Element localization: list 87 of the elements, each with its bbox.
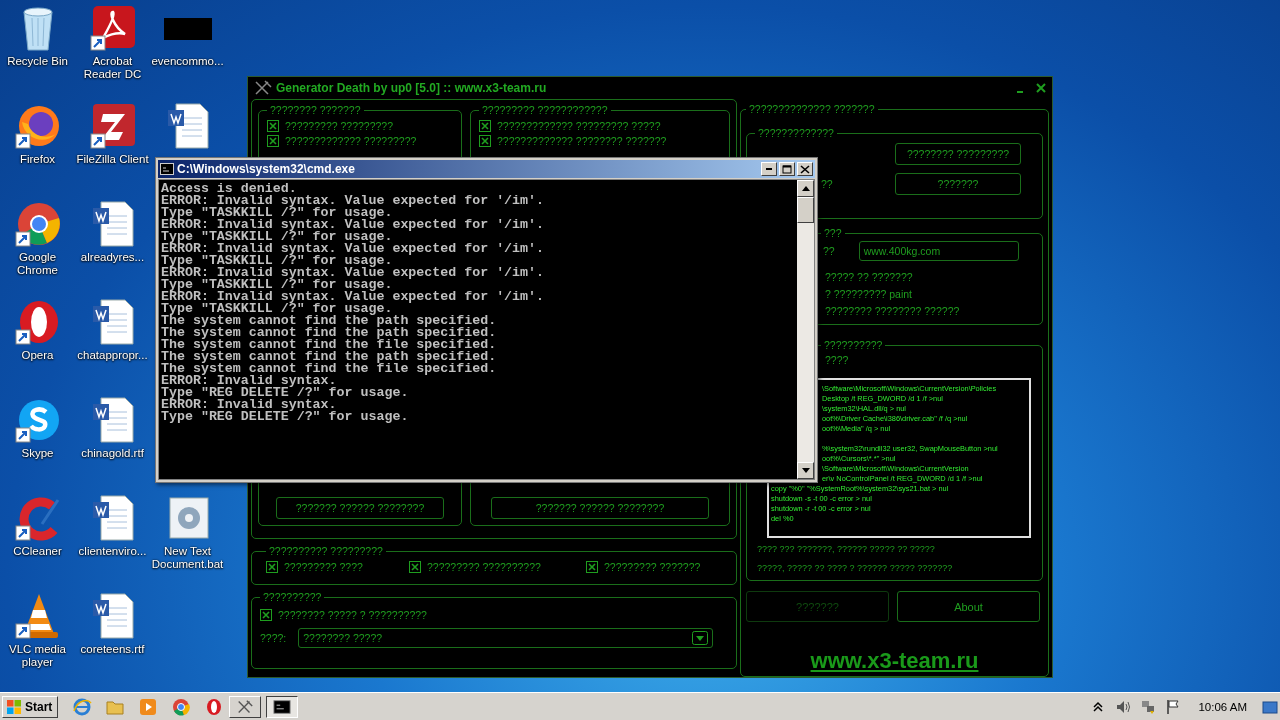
- maximize-icon: [782, 164, 792, 174]
- group-title: ?????????? ?????????: [268, 545, 384, 557]
- window-title: C:\Windows\system32\cmd.exe: [177, 162, 355, 176]
- browser-icon[interactable]: [13, 200, 62, 248]
- scroll-thumb[interactable]: [797, 197, 814, 223]
- close-icon: [800, 164, 810, 174]
- network-icon[interactable]: [1140, 698, 1157, 715]
- cleaner-app-icon[interactable]: [13, 494, 62, 542]
- checkbox[interactable]: [586, 560, 598, 573]
- icon-label: CCleaner: [12, 545, 63, 558]
- icon-label: Google Chrome: [16, 251, 59, 277]
- option-label: ? ????????? paint: [824, 287, 913, 301]
- taskbar-window-button[interactable]: [266, 695, 299, 718]
- hint-text: ???? ??? ???????, ?????? ????? ?? ?????: [756, 543, 936, 556]
- icon-label: Acrobat Reader DC: [82, 55, 143, 81]
- group-title: ???????? ???????: [269, 104, 362, 116]
- field-label: ????:: [260, 632, 287, 644]
- group-title: ????????? ????????????: [481, 104, 609, 116]
- icon-label: VLC media player: [8, 643, 67, 669]
- group-title: ?????????????? ???????: [748, 103, 876, 115]
- icon-label: chinagold.rtf: [80, 447, 145, 460]
- group-title: ???: [823, 227, 843, 239]
- field-label: ??: [823, 245, 835, 257]
- dropdown[interactable]: ???????? ?????: [298, 628, 714, 648]
- icon-label: coreteens.rtf: [79, 643, 146, 656]
- icon-label: New Text Document.bat: [150, 545, 225, 571]
- ftp-app-icon[interactable]: [88, 102, 137, 150]
- field-label: ????: [824, 353, 850, 367]
- action-button[interactable]: ??????? ?????? ????????: [491, 497, 709, 519]
- console-icon: [160, 163, 174, 175]
- website-link[interactable]: www.x3-team.ru: [810, 648, 979, 674]
- checkbox[interactable]: [260, 608, 272, 621]
- url-field[interactable]: www.400kg.com: [858, 241, 1019, 261]
- checkbox[interactable]: [479, 119, 491, 132]
- show-desktop-icon[interactable]: [1262, 698, 1278, 715]
- option-label: ???????? ????? ? ??????????: [278, 608, 427, 621]
- option-label: ????????????? ?????????: [285, 134, 417, 147]
- option-label: ????????? ?????????: [285, 119, 394, 132]
- option-label: ????? ?? ???????: [824, 270, 914, 284]
- option-label: ????????? ??????????: [427, 560, 541, 573]
- minimize-button[interactable]: [761, 162, 777, 176]
- close-icon[interactable]: [1036, 83, 1046, 93]
- icon-label: evencommo...: [150, 55, 225, 68]
- icon-label: Opera: [20, 349, 55, 362]
- checkbox[interactable]: [266, 560, 278, 573]
- crossed-lines-icon: [254, 80, 272, 96]
- crossed-lines-icon: [236, 697, 255, 716]
- scroll-down-icon[interactable]: [801, 468, 810, 473]
- icon-label: Firefox: [18, 153, 57, 166]
- checkbox[interactable]: [267, 134, 279, 147]
- scrollbar[interactable]: [797, 180, 814, 479]
- group-title: ??????????: [823, 339, 884, 351]
- four-pane-flag-icon: [6, 698, 22, 715]
- window-title: Generator Death by up0 [5.0] :: www.x3-team.ru: [276, 81, 547, 95]
- checkbox[interactable]: [479, 134, 491, 147]
- option-label: ????????????? ????????? ?????: [497, 119, 661, 132]
- action-button[interactable]: ???????: [895, 173, 1021, 195]
- console-icon: [273, 697, 292, 716]
- start-button[interactable]: Start: [2, 695, 59, 718]
- document-app-icon[interactable]: [88, 4, 137, 52]
- icon-label: FileZilla Client: [75, 153, 150, 166]
- clock[interactable]: 10:06 AM: [1198, 700, 1247, 713]
- checkbox[interactable]: [267, 119, 279, 132]
- option-label: ????????? ???????: [604, 560, 701, 573]
- action-button[interactable]: ??????? ?????? ????????: [276, 497, 444, 519]
- hint-text: ?????, ????? ?? ???? ? ?????? ????? ???????: [756, 562, 954, 575]
- action-button[interactable]: ???????? ?????????: [895, 143, 1021, 165]
- console-output: Access is denied. ERROR: Invalid syntax. Value expected for '/im'. Type "TASKKILL /?" for usage. ERROR: Invalid syntax. Value expected for '/im'. Type "TASKKILL /?" for usage. ERROR: Invalid syntax. Value expected for '/im'. Type "TASKKILL /?" for usage. ERROR: Invalid syntax. Value expected for '/im'. Type "TASKKILL /?" for usage. ERROR: Invalid syntax. Value expected for '/im'. Type "TASKKILL /?" for usage. The system cannot find the path specified. The system cannot find the path specified. The system cannot find the file specified. The system cannot find the path specified. The system cannot find the file specified. ERROR: Invalid syntax. Type "REG DELETE /?" for usage. ERROR: Invalid syntax. Type "REG DELETE /?" for usage.: [159, 180, 797, 479]
- minimize-icon: [766, 168, 772, 170]
- icon-label: alreadyres...: [79, 251, 146, 264]
- group-title: ?????????????: [757, 127, 835, 139]
- group-title: ??????????: [262, 591, 323, 603]
- icon-label: Skype: [20, 447, 55, 460]
- maximize-button[interactable]: [779, 162, 795, 176]
- option-label: ????????? ????: [284, 560, 363, 573]
- option-label: ??: [821, 178, 833, 190]
- browser-e-icon[interactable]: [72, 696, 93, 717]
- icon-label: clientenviro...: [77, 545, 148, 558]
- scroll-up-icon[interactable]: [801, 186, 810, 191]
- action-button[interactable]: About: [897, 591, 1040, 622]
- close-button[interactable]: [797, 162, 813, 176]
- icon-label: Recycle Bin: [6, 55, 69, 68]
- option-label: ???????? ???????? ??????: [824, 304, 961, 318]
- flag-icon[interactable]: [1165, 698, 1182, 715]
- checkbox[interactable]: [409, 560, 421, 573]
- icon-label: chatappropr...: [76, 349, 149, 362]
- option-label: ????????????? ???????? ???????: [497, 134, 667, 147]
